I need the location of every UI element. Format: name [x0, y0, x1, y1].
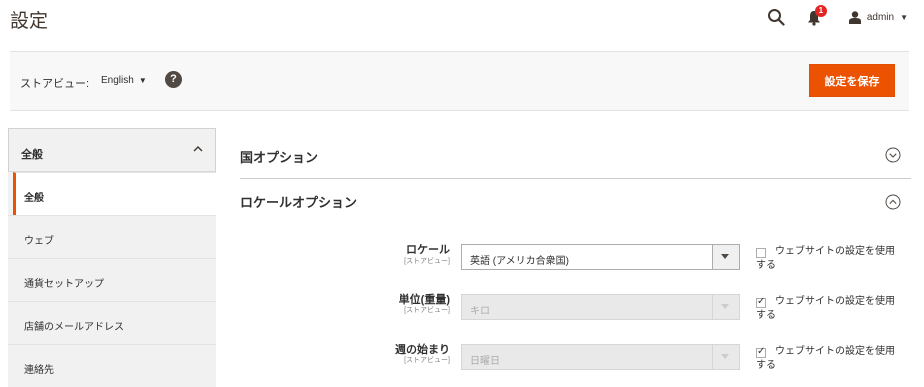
locale-select[interactable]: 英語 (アメリカ合衆国) [461, 244, 740, 270]
first-day-value: 日曜日 [470, 356, 500, 367]
expand-icon [885, 147, 901, 163]
help-icon[interactable]: ? [165, 71, 182, 88]
chevron-down-icon [712, 245, 739, 269]
user-menu[interactable]: admin ▼ [848, 10, 908, 24]
store-switcher-bar: ストアビュー: English ▼ ? 設定を保存 [10, 51, 909, 111]
sidebar-item-contacts[interactable]: 連絡先 [8, 344, 216, 387]
section-title: ロケールオプション [240, 195, 358, 210]
store-view-label: ストアビュー: [20, 78, 90, 90]
sidebar-group-general[interactable]: 全般 [8, 128, 216, 172]
locale-scope: [ストアビュー] [404, 258, 450, 265]
weight-unit-select[interactable]: キロ [461, 294, 740, 320]
sidebar-item-web[interactable]: ウェブ [8, 215, 216, 258]
locale-value: 英語 (アメリカ合衆国) [470, 256, 569, 267]
sidebar-item-currency-setup[interactable]: 通貨セットアップ [8, 258, 216, 301]
chevron-down-icon [712, 345, 739, 369]
user-name: admin [866, 11, 895, 23]
sidebar-group-title: 全般 [21, 149, 43, 161]
search-icon[interactable] [767, 8, 785, 26]
section-locale-options[interactable]: ロケールオプション [240, 192, 911, 222]
locale-label: ロケール [406, 244, 450, 256]
sidebar-item-store-email-addresses[interactable]: 店舗のメールアドレス [8, 301, 216, 344]
weight-unit-value: キロ [470, 306, 490, 317]
sidebar-item-label: 全般 [24, 193, 44, 204]
chevron-down-icon [712, 295, 739, 319]
collapse-icon [885, 194, 901, 210]
weight-unit-use-website-label: ウェブサイトの設定を使用する [756, 296, 895, 321]
store-view-switcher[interactable]: English ▼ [101, 75, 147, 86]
section-country-options[interactable]: 国オプション [240, 147, 911, 179]
store-view-value: English [101, 75, 134, 86]
section-title: 国オプション [240, 150, 319, 165]
locale-use-website-label: ウェブサイトの設定を使用する [756, 246, 895, 271]
sidebar-item-label: ウェブ [24, 236, 54, 247]
weight-unit-scope: [ストアビュー] [404, 307, 450, 314]
user-icon [848, 10, 861, 24]
notifications-button[interactable]: 1 [807, 5, 827, 26]
sidebar-item-general[interactable]: 全般 [13, 172, 216, 215]
header-actions: 1 admin ▼ [767, 5, 908, 26]
first-day-use-website-label: ウェブサイトの設定を使用する [756, 346, 895, 371]
first-day-select[interactable]: 日曜日 [461, 344, 740, 370]
sidebar-item-label: 通貨セットアップ [24, 279, 104, 290]
caret-down-icon: ▼ [138, 76, 147, 85]
chevron-up-icon [193, 146, 203, 152]
save-config-button[interactable]: 設定を保存 [809, 64, 895, 97]
notification-badge: 1 [814, 5, 827, 17]
config-sidebar: 全般 全般 ウェブ 通貨セットアップ 店舗のメールアドレス 連絡先 [8, 128, 216, 387]
caret-down-icon: ▼ [900, 12, 908, 22]
first-day-scope: [ストアビュー] [404, 357, 450, 364]
page-title: 設定 [10, 11, 49, 32]
sidebar-item-label: 連絡先 [24, 365, 54, 376]
sidebar-item-label: 店舗のメールアドレス [24, 322, 124, 333]
